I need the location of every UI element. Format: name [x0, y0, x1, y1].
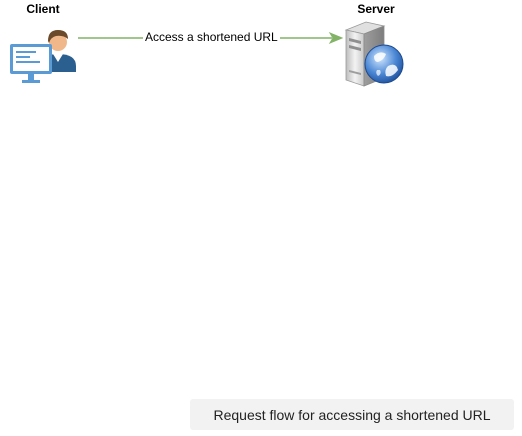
diagram-caption: Request flow for accessing a shortened U…: [190, 399, 514, 430]
edge-label: Access a shortened URL: [143, 30, 280, 45]
request-arrow: [78, 31, 344, 45]
